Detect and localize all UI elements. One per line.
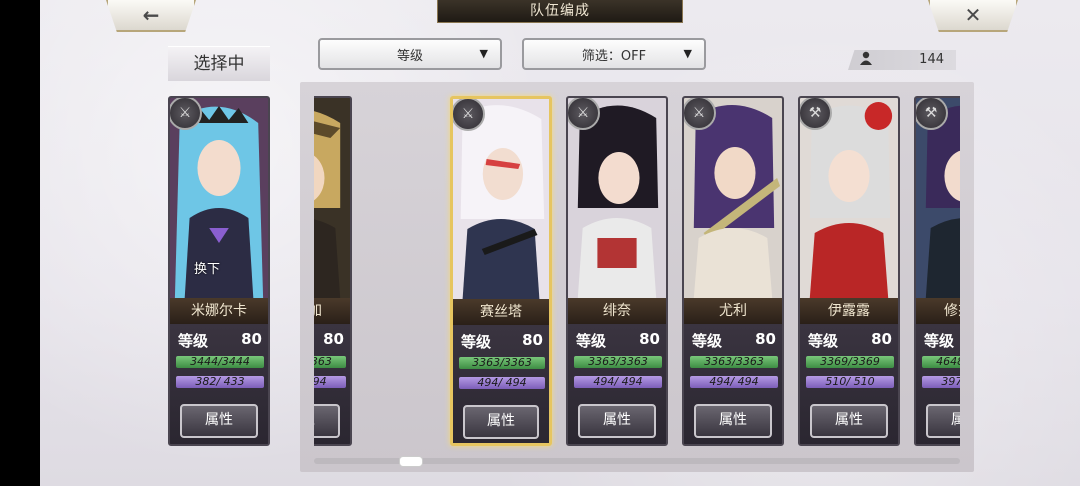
filter-dropdown-label: 筛选：OFF [581,48,647,64]
sword-icon: ⚔ [684,98,716,130]
sort-dropdown[interactable]: 等级 ▼ [318,38,502,70]
unit-name: 米娜尔卡 [170,298,268,324]
hp-bar: 3369/3369 [806,356,894,368]
level-value: 80 [755,330,776,348]
page-title: 队伍编成 [437,0,683,23]
level-label: 等级 [461,333,492,351]
back-button[interactable]: ← [106,0,196,32]
unit-name: 尤利 [684,298,782,324]
level-row: 等级 80 [576,330,660,352]
hp-bar: 3363/3363 [690,356,778,368]
mp-bar: 494/ 494 [314,376,346,388]
unit-stats: 等级 80 3363/3363 494/ 494 属性 [314,324,350,444]
mp-bar: 510/ 510 [806,376,894,388]
attribute-button[interactable]: 属性 [578,404,656,438]
mp-bar: 494/ 494 [690,376,778,388]
level-label: 等级 [178,332,209,350]
hp-bar: 3363/3363 [459,357,545,369]
sword-icon: ⚔ [568,98,600,130]
unit-stats: 等级 80 3363/3363 494/ 494 属性 [684,324,782,444]
scrollbar-thumb[interactable] [399,456,423,467]
unit-stats: 等级 80 3363/3363 494/ 494 属性 [568,324,666,444]
back-arrow-icon: ← [142,3,160,27]
selecting-label: 选择中 [168,46,270,81]
hp-bar: 3363/3363 [314,356,346,368]
level-value: 80 [323,330,344,348]
unit-card[interactable]: 艾尔加 等级 80 3363/3363 494/ 494 属性 [314,96,352,446]
attribute-button[interactable]: 属性 [463,405,539,439]
axe-icon: ⚒ [800,98,832,130]
unit-card[interactable]: ⚔ 绯奈 等级 80 3363/3363 494/ 494 属性 [566,96,668,446]
unit-name: 绯奈 [568,298,666,324]
unit-name: 伊露露 [800,298,898,324]
unit-stats: 等级 80 4648/4648 397/ 397 属性 [916,324,960,444]
swap-label: 换下 [194,262,221,277]
mp-bar: 494/ 494 [574,376,662,388]
close-button[interactable]: ✕ [928,0,1018,32]
level-label: 等级 [576,332,607,350]
attribute-button[interactable]: 属性 [810,404,888,438]
unit-card[interactable]: ⚔ 尤利 等级 80 3363/3363 494/ 494 属性 [682,96,784,446]
unit-count-value: 144 [919,52,944,67]
filter-dropdown[interactable]: 筛选：OFF ▼ [522,38,706,70]
attribute-button[interactable]: 属性 [314,404,340,438]
mp-bar: 397/ 397 [922,376,960,388]
hp-bar: 3363/3363 [574,356,662,368]
person-icon [860,51,872,70]
attribute-button[interactable]: 属性 [926,404,960,438]
level-row: 等级 80 [808,330,892,352]
screen: ← 队伍编成 ✕ 选择中 等级 ▼ 筛选：OFF ▼ 144 ⚔ 换下 米娜尔卡… [40,0,1080,486]
unit-count: 144 [848,50,956,70]
unit-name: 修杰特 [916,298,960,324]
level-label: 等级 [808,332,839,350]
level-value: 80 [871,330,892,348]
unit-list[interactable]: 艾尔加 等级 80 3363/3363 494/ 494 属性 [314,90,960,456]
level-value: 80 [639,330,660,348]
level-label: 等级 [692,332,723,350]
chevron-down-icon: ▼ [479,47,488,60]
level-row: 等级 80 [692,330,776,352]
unit-stats: 等级 80 3369/3369 510/ 510 属性 [800,324,898,444]
sword-icon: ⚔ [170,98,202,130]
level-label: 等级 [924,332,955,350]
close-icon: ✕ [964,3,982,27]
level-value: 80 [522,331,543,349]
axe-icon: ⚒ [916,98,948,130]
unit-stats: 等级 80 3444/3444 382/ 433 属性 [170,324,268,444]
level-value: 80 [241,330,262,348]
level-row: 等级 80 [924,330,960,352]
unit-stats: 等级 80 3363/3363 494/ 494 属性 [453,325,549,443]
mp-bar: 382/ 433 [176,376,264,388]
level-row: 等级 80 [178,330,262,352]
level-row: 等级 80 [314,330,344,352]
hp-bar: 3444/3444 [176,356,264,368]
chevron-down-icon: ▼ [683,47,692,60]
unit-card-selected[interactable]: ⚔ 赛丝塔 等级 80 3363/3363 494/ 494 属性 [450,96,552,446]
unit-name: 赛丝塔 [453,299,549,325]
hp-bar: 4648/4648 [922,356,960,368]
unit-portrait [314,98,350,298]
mp-bar: 494/ 494 [459,377,545,389]
level-row: 等级 80 [461,331,543,353]
attribute-button[interactable]: 属性 [694,404,772,438]
unit-card[interactable]: ⚒ 伊露露 等级 80 3369/3369 510/ 510 属性 [798,96,900,446]
unit-name: 艾尔加 [314,298,350,324]
unit-card[interactable]: ⚒ 修杰特 等级 80 4648/4648 397/ 397 属性 [914,96,960,446]
sword-icon: ⚔ [453,99,485,131]
sort-dropdown-label: 等级 [396,48,423,64]
current-unit-card[interactable]: ⚔ 换下 米娜尔卡 等级 80 3444/3444 382/ 433 属性 [168,96,270,446]
attribute-button[interactable]: 属性 [180,404,258,438]
